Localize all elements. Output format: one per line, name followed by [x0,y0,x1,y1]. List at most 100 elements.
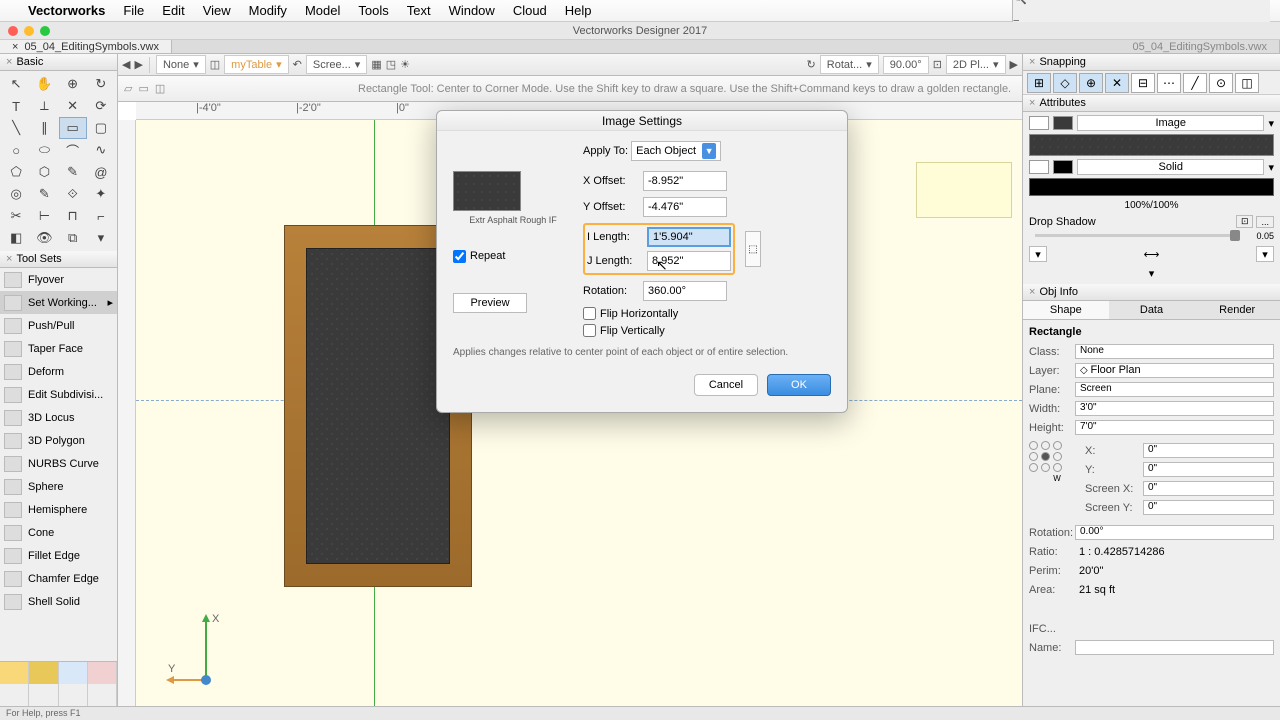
toolset-edit-subdiv[interactable]: Edit Subdivisi... [0,383,117,406]
plane-dropdown[interactable]: Screen [1075,382,1274,397]
toolset-set-working[interactable]: Set Working...▸ [0,291,117,314]
layer-dropdown[interactable]: ◇ Floor Plan [1075,363,1274,378]
close-icon[interactable]: × [1029,97,1035,109]
screen-x-field[interactable]: 0" [1143,481,1274,496]
mode-3pt-icon[interactable]: ◫ [155,82,165,95]
rotate-icon[interactable]: ↻ [807,58,816,71]
locus-tool[interactable]: ◎ [2,183,30,205]
repeat-checkbox[interactable] [453,250,466,263]
tab-data[interactable]: Data [1109,301,1195,319]
pen-swatch[interactable] [1053,160,1073,174]
table-surface[interactable] [306,248,450,564]
menu-file[interactable]: File [123,3,144,18]
height-field[interactable]: 7'0" [1075,420,1274,435]
flip-v-checkbox[interactable] [583,324,596,337]
snap-grid-icon[interactable]: ⊞ [1027,73,1051,93]
screen-y-field[interactable]: 0" [1143,500,1274,515]
pen-type-icon[interactable] [1029,160,1049,174]
tab-shape[interactable]: Shape [1023,301,1109,319]
freehand-tool[interactable]: ✎ [59,161,87,183]
arc-tool[interactable]: ⌒ [59,139,87,161]
snap-object-icon[interactable]: ◇ [1053,73,1077,93]
layer-icon[interactable]: ◫ [210,58,220,71]
more-tool[interactable]: ▾ [87,227,115,249]
cat-5[interactable] [0,684,29,706]
snap-working-plane-icon[interactable]: ◫ [1235,73,1259,93]
anchor-grid[interactable] [1029,441,1063,472]
snap-distance-icon[interactable]: ⋯ [1157,73,1181,93]
tab-render[interactable]: Render [1194,301,1280,319]
mirror-tool[interactable]: ⟳ [87,95,115,117]
oval-tool[interactable]: ⬭ [30,139,58,161]
eyedropper-tool[interactable]: ✎ [30,183,58,205]
app-menu[interactable]: Vectorworks [28,3,105,18]
toolset-chamfer-edge[interactable]: Chamfer Edge [0,567,117,590]
toolset-sphere[interactable]: Sphere [0,475,117,498]
preview-button[interactable]: Preview [453,293,527,313]
close-tab-icon[interactable]: × [12,41,18,53]
symbol-tool[interactable]: ✦ [87,183,115,205]
doc-tab-inactive[interactable]: 05_04_EditingSymbols.vwx [1120,40,1280,53]
zoom-tool[interactable]: ⊕ [59,73,87,95]
snapping-header[interactable]: ×Snapping [1023,54,1280,71]
attributes-header[interactable]: ×Attributes [1023,95,1280,112]
menu-tools[interactable]: Tools [358,3,388,18]
selection-rect[interactable] [916,162,1012,218]
toolset-fillet-edge[interactable]: Fillet Edge [0,544,117,567]
name-field[interactable] [1075,640,1274,655]
toolset-push-pull[interactable]: Push/Pull [0,314,117,337]
fill-type-icon[interactable] [1029,116,1049,130]
ok-button[interactable]: OK [767,374,831,396]
menu-cloud[interactable]: Cloud [513,3,547,18]
nav-back-icon[interactable]: ◀ [122,58,130,71]
cat-7[interactable] [59,684,88,706]
width-field[interactable]: 3'0" [1075,401,1274,416]
snap-tangent-icon[interactable]: ⊙ [1209,73,1233,93]
toolset-nurbs[interactable]: NURBS Curve [0,452,117,475]
connect-tool[interactable]: ⊓ [59,205,87,227]
line-tool[interactable]: ╲ [2,117,30,139]
menu-text[interactable]: Text [407,3,431,18]
rotate-dropdown[interactable]: Rotat... ▾ [820,55,879,74]
cat-detailing[interactable] [59,662,88,684]
close-icon[interactable]: × [6,253,12,265]
polygon-tool[interactable]: ⬠ [2,161,30,183]
toolset-deform[interactable]: Deform [0,360,117,383]
fill-arrow-icon[interactable]: ▾ [1268,117,1274,130]
x-offset-field[interactable] [643,171,727,191]
shadow-settings[interactable]: ... [1256,216,1274,228]
cube-icon[interactable]: ◳ [386,58,396,71]
offset-tool[interactable]: ⧉ [59,227,87,249]
menu-view[interactable]: View [203,3,231,18]
toolset-hemisphere[interactable]: Hemisphere [0,498,117,521]
spiral-tool[interactable]: @ [87,161,115,183]
undo-icon[interactable]: ↶ [293,58,302,71]
menu-model[interactable]: Model [305,3,340,18]
selection-tool[interactable]: ↖ [2,73,30,95]
layer-dropdown[interactable]: myTable ▾ [224,55,289,74]
y-offset-field[interactable] [643,197,727,217]
texture-thumbnail[interactable] [453,171,521,211]
i-length-field[interactable] [647,227,731,247]
text-tool[interactable]: T [2,95,30,117]
sheet-icon[interactable]: ▦ [371,58,381,71]
delete-tool[interactable]: ✕ [59,95,87,117]
fill-style-dropdown[interactable]: Image [1077,115,1264,131]
fill-swatch[interactable] [1053,116,1073,130]
menu-edit[interactable]: Edit [162,3,184,18]
snap-intersect-icon[interactable]: ✕ [1105,73,1129,93]
snap-edge-icon[interactable]: ╱ [1183,73,1207,93]
pan-tool[interactable]: ✋ [30,73,58,95]
regular-polygon-tool[interactable]: ⬡ [30,161,58,183]
snap-smart-pt-icon[interactable]: ⊟ [1131,73,1155,93]
line-preview[interactable] [1029,178,1274,196]
reshape-tool[interactable]: ⟐ [59,183,87,205]
view-cube-icon[interactable]: ⊡ [933,58,942,71]
flyover-tool-icon[interactable]: ↻ [87,73,115,95]
rectangle-tool[interactable]: ▭ [59,117,87,139]
shadow-toggle[interactable]: ⊡ [1236,215,1254,228]
attribute-tool[interactable]: ◧ [2,227,30,249]
flip-h-checkbox[interactable] [583,307,596,320]
toolset-cone[interactable]: Cone [0,521,117,544]
pen-style-dropdown[interactable]: Solid [1077,159,1264,175]
